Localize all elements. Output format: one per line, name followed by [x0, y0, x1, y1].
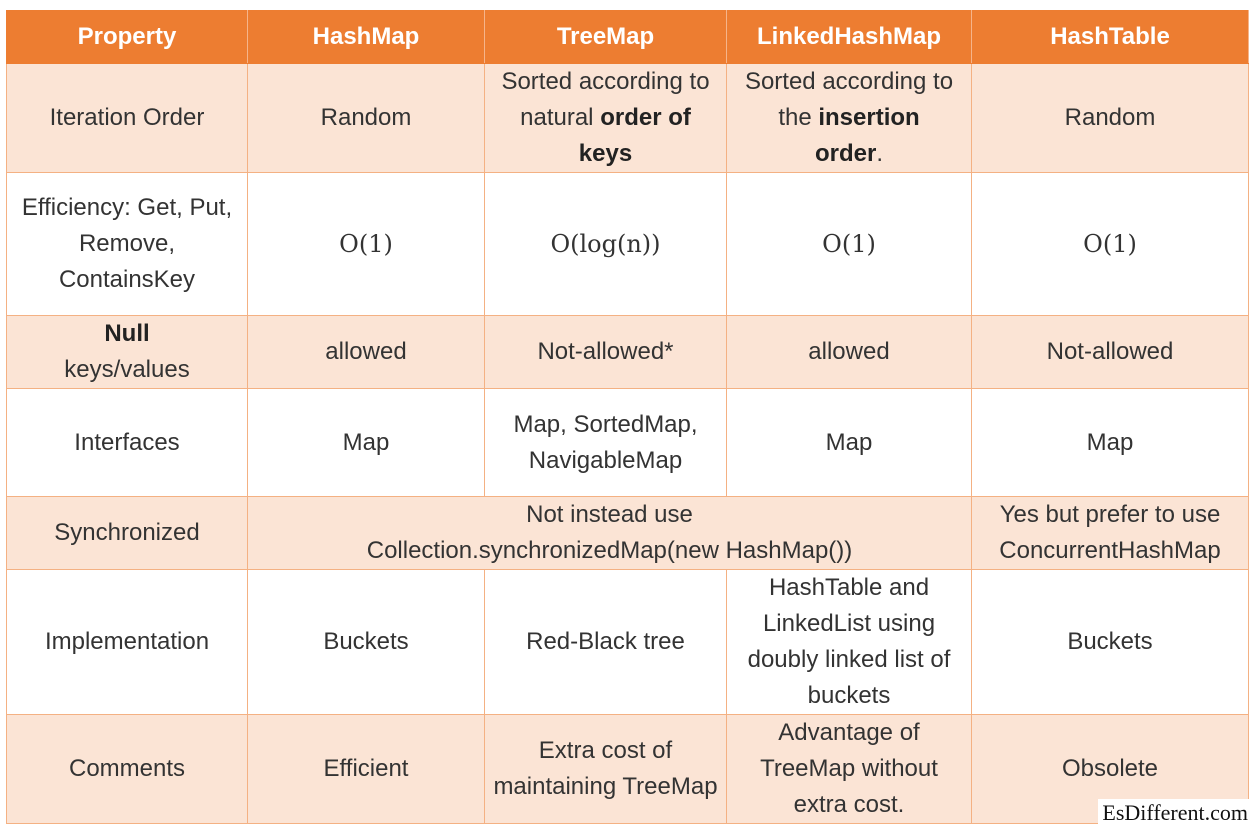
header-hashmap: HashMap [247, 10, 485, 64]
header-property: Property [6, 10, 248, 64]
cell-hashtable: Not-allowed [971, 315, 1249, 389]
row-label: Comments [6, 714, 248, 824]
row-label: Null keys/values [6, 315, 248, 389]
cell-treemap: Map, SortedMap, NavigableMap [484, 388, 727, 497]
row-label: Synchronized [6, 496, 248, 570]
row-label: Implementation [6, 569, 248, 715]
row-synchronized: Synchronized Not instead use Collection.s… [6, 496, 1249, 570]
cell-treemap: Red-Black tree [484, 569, 727, 715]
row-label: Iteration Order [6, 63, 248, 173]
cell-treemap: Sorted according to natural order of key… [484, 63, 727, 173]
cell-linkedhashmap: Map [726, 388, 972, 497]
bold-text: Null [104, 320, 150, 347]
text: Not instead use [526, 501, 693, 528]
text: . [876, 140, 884, 167]
cell-linkedhashmap: allowed [726, 315, 972, 389]
row-null: Null keys/values allowed Not-allowed* all… [6, 315, 1249, 389]
row-label: Efficiency: Get, Put, Remove, ContainsKe… [6, 172, 248, 316]
row-efficiency: Efficiency: Get, Put, Remove, ContainsKe… [6, 172, 1249, 316]
cell-treemap: O(log(n)) [484, 172, 727, 316]
cell-hashmap: Buckets [247, 569, 485, 715]
comparison-table: Property HashMap TreeMap LinkedHashMap H… [6, 10, 1249, 824]
text: keys/values [64, 356, 190, 383]
row-interfaces: Interfaces Map Map, SortedMap, Navigable… [6, 388, 1249, 497]
cell-linkedhashmap: O(1) [726, 172, 972, 316]
cell-linkedhashmap: Sorted according to the insertion order. [726, 63, 972, 173]
cell-hashmap: Efficient [247, 714, 485, 824]
cell-hashtable: O(1) [971, 172, 1249, 316]
watermark: EsDifferent.com [1098, 799, 1252, 827]
cell-treemap: Not-allowed* [484, 315, 727, 389]
cell-hashtable: Random [971, 63, 1249, 173]
row-iteration-order: Iteration Order Random Sorted according … [6, 63, 1249, 173]
header-hashtable: HashTable [971, 10, 1249, 64]
row-comments: Comments Efficient Extra cost of maintai… [6, 714, 1249, 824]
cell-linkedhashmap: HashTable and LinkedList using doubly li… [726, 569, 972, 715]
cell-hashmap: Map [247, 388, 485, 497]
cell-hashtable: Buckets [971, 569, 1249, 715]
cell-hashtable: Yes but prefer to use ConcurrentHashMap [971, 496, 1249, 570]
cell-merged: Not instead use Collection.synchronizedMa… [247, 496, 972, 570]
cell-hashmap: allowed [247, 315, 485, 389]
header-linkedhashmap: LinkedHashMap [726, 10, 972, 64]
bold-text: order [814, 140, 877, 167]
cell-hashmap: O(1) [247, 172, 485, 316]
cell-treemap: Extra cost of maintaining TreeMap [484, 714, 727, 824]
header-treemap: TreeMap [484, 10, 727, 64]
row-implementation: Implementation Buckets Red-Black tree Ha… [6, 569, 1249, 715]
cell-linkedhashmap: Advantage of TreeMap without extra cost. [726, 714, 972, 824]
row-label: Interfaces [6, 388, 248, 497]
cell-hashmap: Random [247, 63, 485, 173]
text: Collection.synchronizedMap(new HashMap()… [366, 537, 853, 564]
bold-text: insertion [818, 104, 920, 131]
cell-hashtable: Map [971, 388, 1249, 497]
header-row: Property HashMap TreeMap LinkedHashMap H… [6, 10, 1249, 64]
